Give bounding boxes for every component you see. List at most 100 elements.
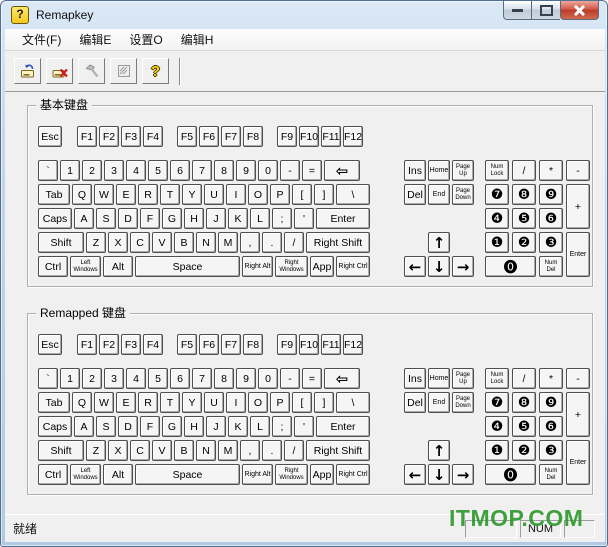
key-backspace[interactable]: ⇦ <box>324 368 360 389</box>
key-f10[interactable]: F10 <box>299 334 319 355</box>
key-f2[interactable]: F2 <box>99 334 119 355</box>
key-f9[interactable]: F9 <box>277 334 297 355</box>
key-3[interactable]: 3 <box>104 160 124 181</box>
key-arrow-down[interactable]: ↓ <box>428 464 450 485</box>
key-equals[interactable]: = <box>302 368 322 389</box>
clear-remap-button[interactable] <box>46 58 73 84</box>
menu-help[interactable]: 编辑H <box>172 29 223 50</box>
key-n[interactable]: N <box>196 232 216 253</box>
key-6[interactable]: 6 <box>170 160 190 181</box>
key-page-down[interactable]: Page Down <box>452 392 474 413</box>
key-num-minus[interactable]: - <box>566 160 590 181</box>
key-f6[interactable]: F6 <box>199 334 219 355</box>
key-minus[interactable]: - <box>280 160 300 181</box>
key-1[interactable]: 1 <box>60 368 80 389</box>
key-o[interactable]: O <box>248 392 268 413</box>
key-space[interactable]: Space <box>135 464 240 485</box>
key-1[interactable]: 1 <box>60 160 80 181</box>
key-num-lock[interactable]: Num Lock <box>485 368 509 389</box>
key-9[interactable]: 9 <box>236 160 256 181</box>
key-f5[interactable]: F5 <box>177 334 197 355</box>
key-home[interactable]: Home <box>428 160 450 181</box>
key-q[interactable]: Q <box>72 184 92 205</box>
open-remap-button[interactable] <box>14 58 41 84</box>
key-2[interactable]: 2 <box>82 160 102 181</box>
key-m[interactable]: M <box>218 232 238 253</box>
key-space[interactable]: Space <box>135 256 240 277</box>
key-num-del[interactable]: Num Del <box>539 464 563 485</box>
key-f9[interactable]: F9 <box>277 126 297 147</box>
key-f3[interactable]: F3 <box>121 126 141 147</box>
key-a[interactable]: A <box>74 208 94 229</box>
key-u[interactable]: U <box>204 392 224 413</box>
key-num-7[interactable]: ❼ <box>485 184 509 205</box>
key-num-slash[interactable]: / <box>512 368 536 389</box>
key-num-minus[interactable]: - <box>566 368 590 389</box>
key-num-4[interactable]: ❹ <box>485 416 509 437</box>
key-app[interactable]: App <box>310 464 334 485</box>
key-f10[interactable]: F10 <box>299 126 319 147</box>
key-y[interactable]: Y <box>182 184 202 205</box>
key-arrow-left[interactable]: ← <box>404 256 426 277</box>
key-z[interactable]: Z <box>86 232 106 253</box>
key-semicolon[interactable]: ; <box>272 416 292 437</box>
key-left-windows[interactable]: Left Windows <box>70 256 101 277</box>
key-f8[interactable]: F8 <box>243 126 263 147</box>
key-semicolon[interactable]: ; <box>272 208 292 229</box>
key-j[interactable]: J <box>206 208 226 229</box>
key-esc[interactable]: Esc <box>38 126 62 147</box>
key-9[interactable]: 9 <box>236 368 256 389</box>
key-0[interactable]: 0 <box>258 368 278 389</box>
key-g[interactable]: G <box>162 208 182 229</box>
key-5[interactable]: 5 <box>148 368 168 389</box>
key-u[interactable]: U <box>204 184 224 205</box>
key-8[interactable]: 8 <box>214 368 234 389</box>
key-num-9[interactable]: ❾ <box>539 184 563 205</box>
key-b[interactable]: B <box>174 232 194 253</box>
key-num-6[interactable]: ❻ <box>539 416 563 437</box>
key-esc[interactable]: Esc <box>38 334 62 355</box>
key-f[interactable]: F <box>140 208 160 229</box>
key-5[interactable]: 5 <box>148 160 168 181</box>
key-num-1[interactable]: ❶ <box>485 232 509 253</box>
key-f12[interactable]: F12 <box>343 126 363 147</box>
key-backtick[interactable]: ` <box>38 160 58 181</box>
key-d[interactable]: D <box>118 416 138 437</box>
key-f11[interactable]: F11 <box>321 126 341 147</box>
key-ctrl[interactable]: Ctrl <box>38 256 68 277</box>
minimize-button[interactable] <box>503 1 532 20</box>
key-p[interactable]: P <box>270 184 290 205</box>
key-num-2[interactable]: ❷ <box>512 440 536 461</box>
key-f1[interactable]: F1 <box>77 126 97 147</box>
key-f[interactable]: F <box>140 416 160 437</box>
key-num-2[interactable]: ❷ <box>512 232 536 253</box>
key-arrow-up[interactable]: ↑ <box>428 440 450 461</box>
key-backspace[interactable]: ⇦ <box>324 160 360 181</box>
key-p[interactable]: P <box>270 392 290 413</box>
key-num-6[interactable]: ❻ <box>539 208 563 229</box>
key-num-enter[interactable]: Enter <box>566 440 590 485</box>
key-num-8[interactable]: ❽ <box>512 392 536 413</box>
key-f8[interactable]: F8 <box>243 334 263 355</box>
key-num-slash[interactable]: / <box>512 160 536 181</box>
key-num-0[interactable]: ⓿ <box>485 256 536 277</box>
key-end[interactable]: End <box>428 392 450 413</box>
key-num-5[interactable]: ❺ <box>512 208 536 229</box>
key-ctrl[interactable]: Ctrl <box>38 464 68 485</box>
key-num-0[interactable]: ⓿ <box>485 464 536 485</box>
key-f11[interactable]: F11 <box>321 334 341 355</box>
key-e[interactable]: E <box>116 392 136 413</box>
key-4[interactable]: 4 <box>126 160 146 181</box>
key-bracket-right[interactable]: ] <box>314 392 334 413</box>
maximize-button[interactable] <box>532 1 560 20</box>
key-bracket-right[interactable]: ] <box>314 184 334 205</box>
key-right-windows[interactable]: Right Windows <box>275 464 308 485</box>
key-bracket-left[interactable]: [ <box>292 184 312 205</box>
key-shift[interactable]: Shift <box>38 232 84 253</box>
key-w[interactable]: W <box>94 392 114 413</box>
key-arrow-right[interactable]: → <box>452 464 474 485</box>
key-page-up[interactable]: Page Up <box>452 160 474 181</box>
key-f7[interactable]: F7 <box>221 126 241 147</box>
key-ins[interactable]: Ins <box>404 160 426 181</box>
key-backslash[interactable]: \ <box>336 392 370 413</box>
